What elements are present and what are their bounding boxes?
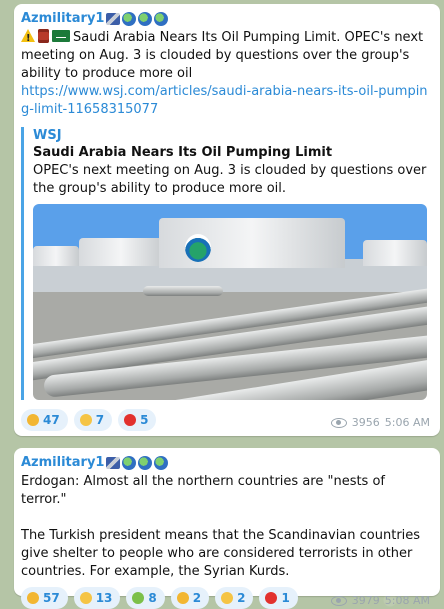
reaction-thumbs-up[interactable]: 47 xyxy=(21,409,68,431)
reactions-row: 57 13 8 2 2 1 3979 5:08 AM xyxy=(21,587,430,609)
message-meta: 3979 5:08 AM xyxy=(330,594,430,607)
globe-icon xyxy=(122,12,137,26)
reaction-count: 57 xyxy=(43,591,60,605)
warning-icon xyxy=(21,29,35,48)
thumbs-up-icon xyxy=(27,414,39,426)
message-text-line1: Erdogan: Almost all the northern countri… xyxy=(21,474,385,507)
message-time: 5:08 AM xyxy=(384,594,430,607)
views-icon xyxy=(330,595,347,606)
views-icon xyxy=(330,417,347,428)
aramco-logo xyxy=(185,234,211,262)
reaction-thumbs-up[interactable]: 57 xyxy=(21,587,68,609)
message-body: Saudi Arabia Nears Its Oil Pumping Limit… xyxy=(21,30,424,81)
link-preview[interactable]: WSJ Saudi Arabia Nears Its Oil Pumping L… xyxy=(21,127,430,400)
reaction-thumbs-down[interactable]: 2 xyxy=(170,587,210,609)
reactions-row: 47 7 5 3956 5:06 AM xyxy=(21,409,430,431)
preview-description: OPEC's next meeting on Aug. 3 is clouded… xyxy=(33,163,427,196)
heart-icon xyxy=(265,592,278,604)
reaction-heart[interactable]: 5 xyxy=(118,409,157,431)
globe-icon xyxy=(122,456,137,470)
preview-site-name: WSJ xyxy=(33,128,62,143)
article-link[interactable]: https://www.wsj.com/articles/saudi-arabi… xyxy=(21,83,430,119)
reaction-count: 2 xyxy=(192,591,202,605)
view-count: 3979 xyxy=(351,594,380,607)
saudi-flag-icon xyxy=(52,30,70,42)
reaction-count: 8 xyxy=(148,591,157,605)
grin-face-icon xyxy=(79,592,92,604)
grin-face-icon xyxy=(79,414,92,426)
reaction-count: 5 xyxy=(140,413,149,427)
reaction-grin[interactable]: 7 xyxy=(73,409,113,431)
message-text-line2: The Turkish president means that the Sca… xyxy=(21,528,421,579)
satellite-icon xyxy=(106,457,121,469)
message-meta: 3956 5:06 AM xyxy=(330,416,430,429)
thinking-face-icon xyxy=(221,592,234,604)
pipeline xyxy=(143,286,223,296)
globe-icon xyxy=(138,456,153,470)
reaction-heart[interactable]: 1 xyxy=(259,587,298,609)
reaction-grin[interactable]: 13 xyxy=(73,587,121,609)
sender-name[interactable]: Azmilitary1 xyxy=(21,11,104,27)
globe-icon xyxy=(154,12,169,26)
view-count: 3956 xyxy=(351,416,380,429)
storage-tank xyxy=(363,240,427,266)
globe-icon xyxy=(154,456,169,470)
thumbs-up-icon xyxy=(27,592,39,604)
reaction-nauseated[interactable]: 8 xyxy=(126,587,165,609)
reaction-count: 13 xyxy=(95,591,113,605)
sender-name[interactable]: Azmilitary1 xyxy=(21,455,104,471)
message-text: Saudi Arabia Nears Its Oil Pumping Limit… xyxy=(21,29,430,83)
preview-image[interactable] xyxy=(33,204,427,400)
thumbs-down-icon xyxy=(176,592,189,604)
satellite-icon xyxy=(106,13,121,25)
reaction-count: 1 xyxy=(281,591,290,605)
globe-icon xyxy=(138,12,153,26)
preview-title: Saudi Arabia Nears Its Oil Pumping Limit xyxy=(33,145,333,160)
message-bubble[interactable]: Azmilitary1 Erdogan: Almost all the nort… xyxy=(14,448,440,609)
storage-tank xyxy=(33,246,79,266)
heart-icon xyxy=(124,414,137,426)
reaction-count: 7 xyxy=(95,413,105,427)
sender-header[interactable]: Azmilitary1 xyxy=(21,11,430,27)
reaction-count: 2 xyxy=(237,591,246,605)
message-time: 5:06 AM xyxy=(384,416,430,429)
oil-barrel-icon xyxy=(38,29,49,43)
sender-header[interactable]: Azmilitary1 xyxy=(21,455,430,471)
nauseated-face-icon xyxy=(132,592,145,604)
reaction-count: 47 xyxy=(43,413,60,427)
reaction-thinking[interactable]: 2 xyxy=(215,587,254,609)
message-bubble[interactable]: Azmilitary1 Saudi Arabia Nears Its Oil P… xyxy=(14,4,440,436)
storage-tank xyxy=(79,238,163,266)
